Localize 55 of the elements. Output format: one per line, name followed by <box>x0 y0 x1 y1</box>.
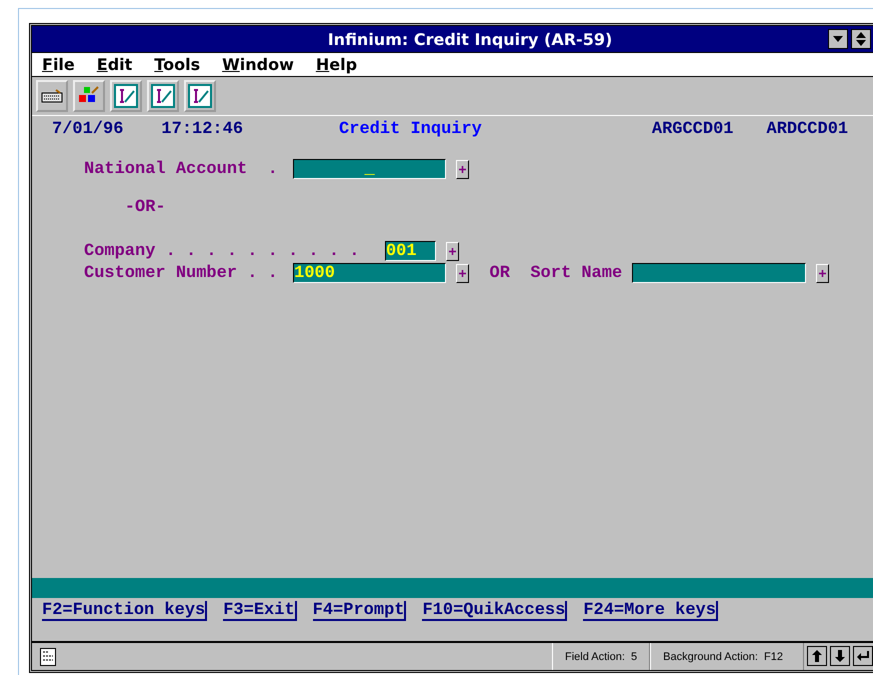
plus-icon <box>818 270 826 276</box>
function-key-button[interactable]: F4=Prompt <box>312 601 406 621</box>
menu-item[interactable]: Help <box>316 55 358 74</box>
input-field[interactable]: 1000 <box>293 263 446 283</box>
toolbar-button[interactable] <box>73 80 105 112</box>
status-text: Field Action: 5 <box>552 643 650 670</box>
enter-button[interactable] <box>853 646 873 666</box>
input-field[interactable]: 001 <box>384 241 436 261</box>
input-field[interactable] <box>632 263 806 283</box>
up-down-arrows-icon <box>856 32 866 46</box>
input-field[interactable]: _ <box>293 159 446 179</box>
menu-item[interactable]: Window <box>222 55 294 74</box>
menu-item[interactable]: Edit <box>96 55 132 74</box>
keyboard-icon <box>41 89 63 103</box>
function-key-button[interactable]: F10=QuikAccess <box>422 601 568 621</box>
document-icon <box>40 648 56 666</box>
up-button[interactable] <box>807 646 827 666</box>
plus-icon <box>459 270 466 276</box>
prompt-button[interactable] <box>456 264 470 282</box>
function-key-button[interactable]: F24=More keys <box>583 601 718 621</box>
prompt-button[interactable] <box>816 264 829 282</box>
form-pencil-icon <box>188 84 212 108</box>
down-triangle-icon <box>833 36 843 42</box>
function-key-button[interactable]: F3=Exit <box>223 601 297 621</box>
program-code: ARDCCD01 <box>766 120 848 138</box>
time-text: 17:12:46 <box>161 120 244 138</box>
up-arrow-icon <box>812 650 822 662</box>
field-label: Customer Number . . <box>84 264 279 282</box>
toolbar-button[interactable] <box>147 80 179 112</box>
field-label: National Account . <box>84 160 279 178</box>
form-pencil-icon <box>151 84 175 108</box>
toolbar-button[interactable] <box>36 80 68 112</box>
down-arrow-icon <box>835 650 845 662</box>
window-title: Infinium: Credit Inquiry (AR-59) <box>326 30 614 48</box>
toolbar-button[interactable] <box>110 80 142 112</box>
resize-button[interactable] <box>851 29 871 49</box>
function-key-button[interactable]: F2=Function keys <box>42 601 208 621</box>
menu-item[interactable]: File <box>42 55 75 74</box>
down-button[interactable] <box>830 646 850 666</box>
dropdown-button[interactable] <box>828 29 848 49</box>
menu-item[interactable]: Tools <box>154 55 200 74</box>
prompt-button[interactable] <box>456 160 470 178</box>
plus-icon <box>448 248 456 254</box>
date-text: 7/01/96 <box>52 120 124 138</box>
separator-text: -OR- <box>124 198 166 216</box>
status-text: Background Action: F12 <box>650 643 804 670</box>
prompt-button[interactable] <box>446 242 459 260</box>
toolbar-button[interactable] <box>184 80 216 112</box>
screen-title: Credit Inquiry <box>339 120 482 138</box>
program-code: ARGCCD01 <box>652 120 734 138</box>
field-label: Company . . . . . . . . . . <box>84 242 360 260</box>
field-label: OR Sort Name <box>490 264 622 282</box>
enter-arrow-icon <box>857 651 869 661</box>
plus-icon <box>459 166 466 172</box>
form-pencil-icon <box>114 84 138 108</box>
